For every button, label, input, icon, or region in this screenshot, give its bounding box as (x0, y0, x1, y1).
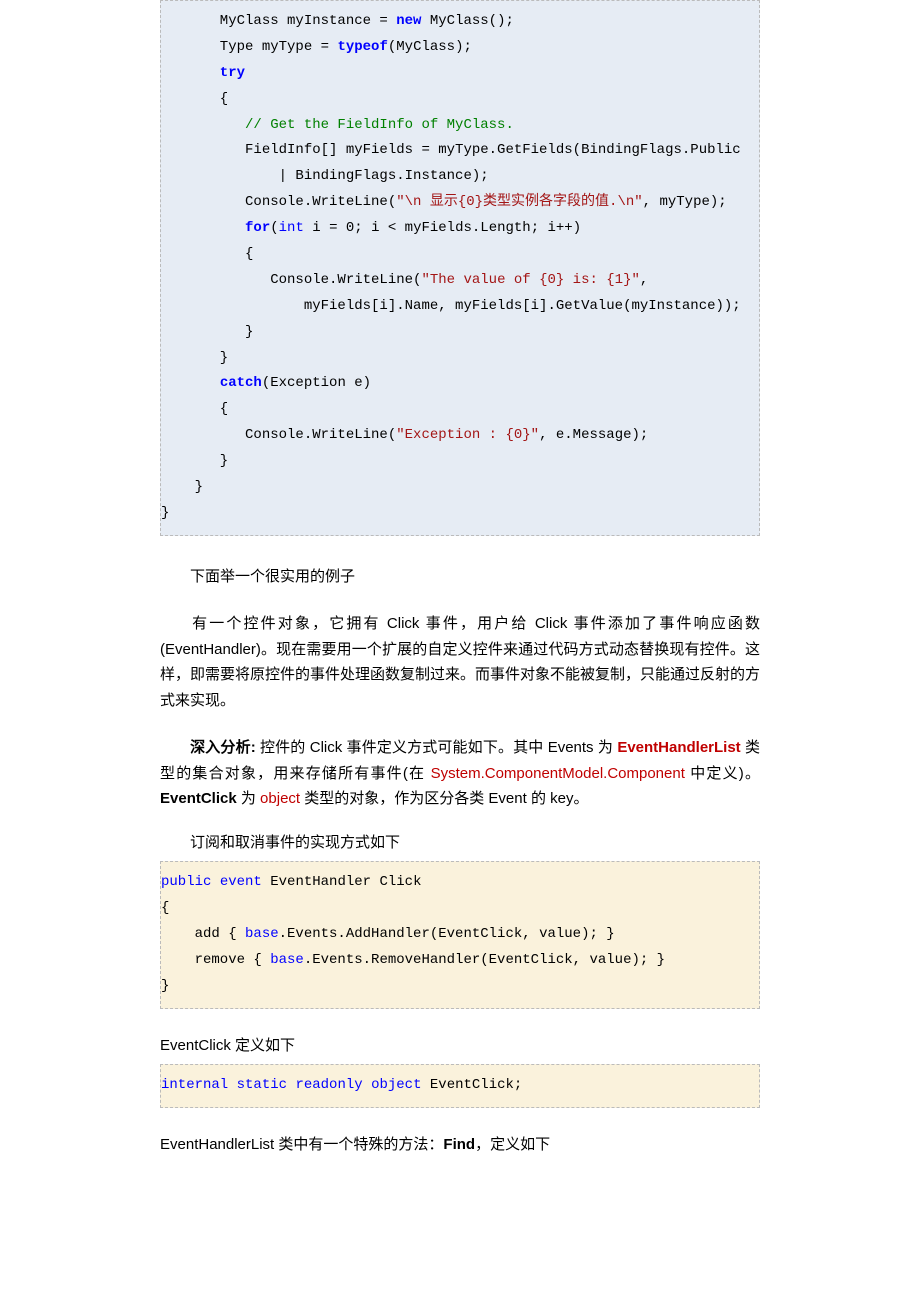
paragraph-find-intro: EventHandlerList 类中有一个特殊的方法：Find，定义如下 (0, 1108, 920, 1158)
code-line: } (161, 350, 228, 366)
code-line: remove { base.Events.RemoveHandler(Event… (161, 952, 665, 968)
code-line: | BindingFlags.Instance); (161, 168, 489, 184)
code-block-1-wrap: MyClass myInstance = new MyClass(); Type… (160, 0, 760, 536)
code-line: FieldInfo[] myFields = myType.GetFields(… (161, 142, 741, 158)
code-line: } (161, 505, 169, 521)
code-line: internal static readonly object EventCli… (161, 1077, 522, 1093)
type-object: object (260, 790, 300, 807)
label-deep-analysis: 深入分析: (190, 739, 260, 756)
code-line: add { base.Events.AddHandler(EventClick,… (161, 926, 615, 942)
code-line: for(int i = 0; i < myFields.Length; i++) (161, 220, 581, 236)
code-block-1: MyClass myInstance = new MyClass(); Type… (160, 0, 760, 536)
code-line: Console.WriteLine("Exception : {0}", e.M… (161, 427, 648, 443)
code-line: { (161, 246, 253, 262)
code-line: Type myType = typeof(MyClass); (161, 39, 472, 55)
type-eventhandlerlist: EventHandlerList (617, 739, 740, 756)
code-block-3-wrap: internal static readonly object EventCli… (160, 1064, 760, 1108)
code-block-2-wrap: public event EventHandler Click { add { … (160, 861, 760, 1008)
code-line: { (161, 900, 169, 916)
code-line: myFields[i].Name, myFields[i].GetValue(m… (161, 298, 741, 314)
code-block-2: public event EventHandler Click { add { … (160, 861, 760, 1008)
paragraph-deep-analysis: 深入分析: 控件的 Click 事件定义方式可能如下。其中 Events 为 E… (0, 713, 920, 812)
code-line: } (161, 978, 169, 994)
code-block-3: internal static readonly object EventCli… (160, 1064, 760, 1108)
label-eventclick: EventClick (160, 790, 237, 807)
method-find: Find (443, 1136, 475, 1153)
code-line: { (161, 91, 228, 107)
page: MyClass myInstance = new MyClass(); Type… (0, 0, 920, 1218)
code-line: { (161, 401, 228, 417)
code-line: try (161, 65, 245, 81)
code-line: Console.WriteLine("\n 显示{0}类型实例各字段的值.\n"… (161, 194, 727, 210)
code-line: MyClass myInstance = new MyClass(); (161, 13, 514, 29)
code-line: public event EventHandler Click (161, 874, 421, 890)
code-line: // Get the FieldInfo of MyClass. (161, 117, 514, 133)
code-line: } (161, 324, 253, 340)
paragraph-subscribe-intro: 订阅和取消事件的实现方式如下 (0, 812, 920, 856)
paragraph-eventclick-intro: EventClick 定义如下 (0, 1009, 920, 1059)
code-line: } (161, 453, 228, 469)
type-component: System.ComponentModel.Component (431, 765, 685, 782)
code-line: catch(Exception e) (161, 375, 371, 391)
paragraph-example-intro: 下面举一个很实用的例子 (0, 536, 920, 590)
code-line: Console.WriteLine("The value of {0} is: … (161, 272, 648, 288)
code-line: } (161, 479, 203, 495)
paragraph-scenario: 有一个控件对象，它拥有 Click 事件，用户给 Click 事件添加了事件响应… (0, 589, 920, 713)
